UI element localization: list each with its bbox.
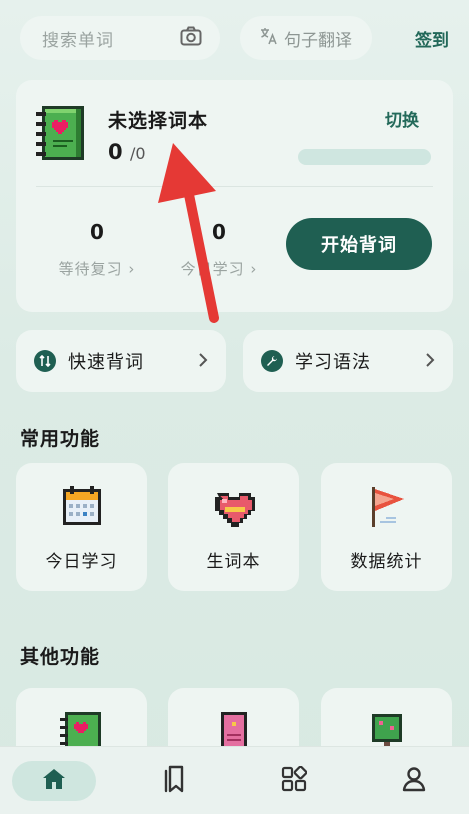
- vocab-book-tile-label: 生词本: [206, 552, 261, 572]
- search-input[interactable]: 搜索单词: [20, 16, 220, 60]
- common-functions-title: 常用功能: [20, 428, 101, 450]
- other-functions-title: 其他功能: [20, 646, 101, 668]
- nav-apps[interactable]: [272, 761, 316, 801]
- today-study-tile-label: 今日学习: [45, 552, 118, 572]
- today-study-stat[interactable]: 0 今日学习 ›: [164, 220, 274, 279]
- quick-memorize-button[interactable]: 快速背词: [16, 330, 226, 392]
- pending-review-label: 等待复习 ›: [58, 260, 136, 278]
- home-icon: [42, 768, 66, 794]
- wordbook-progress-bar: [298, 149, 431, 165]
- learn-grammar-label: 学习语法: [295, 352, 371, 373]
- learn-grammar-button[interactable]: 学习语法: [243, 330, 453, 392]
- today-study-count: 0: [212, 220, 226, 244]
- chevron-right-icon: [198, 349, 208, 373]
- today-study-label: 今日学习 ›: [180, 260, 258, 278]
- calendar-icon: [59, 483, 105, 529]
- wrench-icon: [261, 350, 283, 372]
- card-divider: [36, 186, 433, 187]
- statistics-tile-label: 数据统计: [350, 552, 423, 572]
- total-count: /0: [129, 144, 146, 163]
- pending-review-count: 0: [90, 220, 104, 244]
- today-study-tile[interactable]: 今日学习: [16, 463, 147, 591]
- quick-memorize-label: 快速背词: [68, 352, 144, 373]
- pending-review-stat[interactable]: 0 等待复习 ›: [42, 220, 152, 279]
- wordbook-icon[interactable]: [36, 104, 88, 162]
- signin-button[interactable]: 签到: [415, 26, 449, 51]
- wordbook-progress-count: 0 /0: [108, 140, 146, 164]
- camera-icon[interactable]: [180, 26, 202, 50]
- wordbook-card: 未选择词本 0 /0 切换 0 等待复习 › 0 今日学习 › 开始背词: [16, 80, 453, 312]
- translate-icon: [260, 27, 278, 50]
- start-learning-button[interactable]: 开始背词: [286, 218, 432, 270]
- top-bar: 搜索单词 句子翻译 签到: [20, 16, 449, 60]
- profile-icon: [402, 766, 426, 796]
- translate-label: 句子翻译: [284, 30, 352, 51]
- chevron-right-icon: [425, 349, 435, 373]
- flag-icon: [364, 483, 410, 529]
- wordbook-title: 未选择词本: [108, 110, 209, 132]
- apps-icon: [281, 765, 308, 796]
- swap-icon: [34, 350, 56, 372]
- nav-home[interactable]: [12, 761, 96, 801]
- search-placeholder: 搜索单词: [42, 30, 114, 51]
- switch-wordbook-button[interactable]: 切换: [385, 106, 419, 131]
- heart-icon: [211, 483, 257, 529]
- nav-profile[interactable]: [392, 761, 436, 801]
- learned-count: 0: [108, 140, 123, 164]
- bottom-navigation: [0, 746, 469, 814]
- bookmark-icon: [161, 765, 187, 797]
- nav-wordbook[interactable]: [152, 761, 196, 801]
- sentence-translate-button[interactable]: 句子翻译: [240, 16, 372, 60]
- vocab-book-tile[interactable]: 生词本: [168, 463, 299, 591]
- statistics-tile[interactable]: 数据统计: [321, 463, 452, 591]
